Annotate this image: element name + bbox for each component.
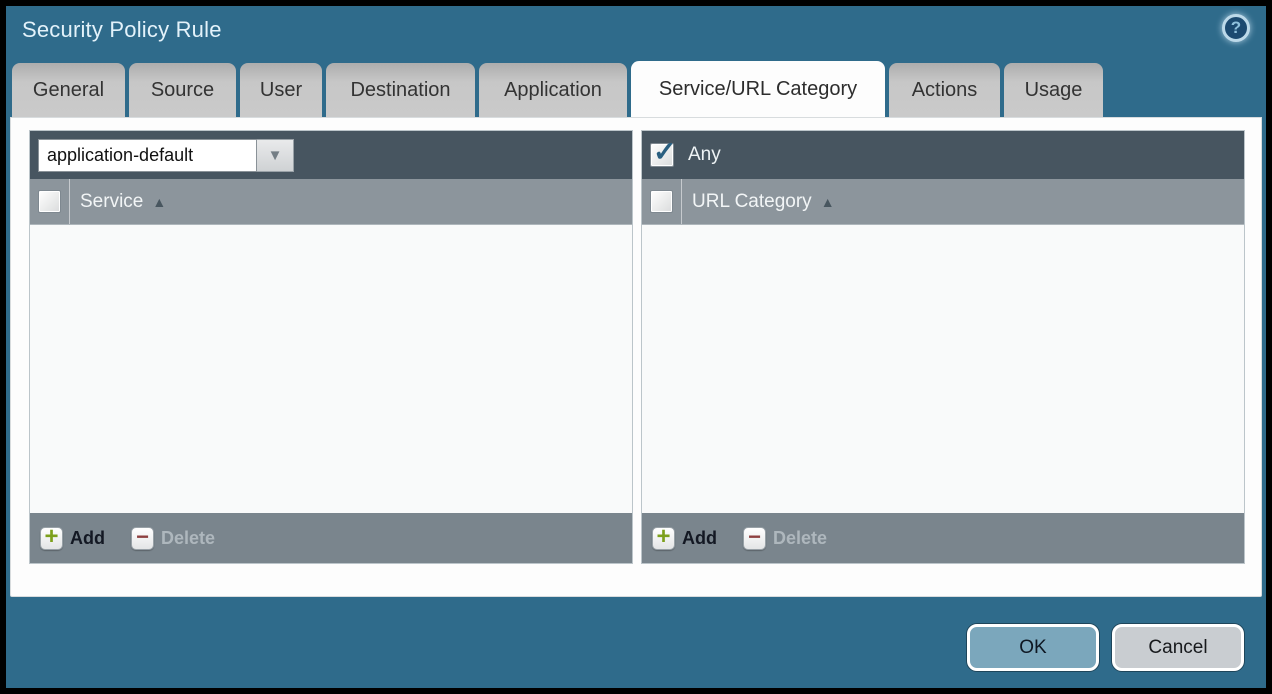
screenshot: Security Policy Rule ? General Source Us… xyxy=(0,0,1272,694)
dialog-button-row: OK Cancel xyxy=(967,624,1244,671)
service-type-band: ▼ xyxy=(30,131,632,179)
cancel-button[interactable]: Cancel xyxy=(1112,624,1244,671)
service-select-all-checkbox[interactable] xyxy=(38,190,61,213)
tab-application[interactable]: Application xyxy=(479,63,627,117)
service-type-dropdown-button[interactable]: ▼ xyxy=(257,139,294,172)
service-delete-button[interactable]: − Delete xyxy=(131,527,215,550)
url-category-add-button[interactable]: + Add xyxy=(652,527,717,550)
delete-minus-icon: − xyxy=(131,527,154,550)
service-panel-footer: + Add − Delete xyxy=(30,513,632,563)
checkmark-icon: ✓ xyxy=(653,135,676,168)
ok-button[interactable]: OK xyxy=(967,624,1099,671)
tab-general[interactable]: General xyxy=(12,63,125,117)
url-category-delete-button[interactable]: − Delete xyxy=(743,527,827,550)
tab-bar: General Source User Destination Applicat… xyxy=(12,63,1103,117)
tab-destination[interactable]: Destination xyxy=(326,63,475,117)
url-category-select-all-cell xyxy=(642,179,682,224)
dialog-title: Security Policy Rule xyxy=(22,17,222,43)
sort-asc-icon: ▲ xyxy=(821,194,835,210)
any-label: Any xyxy=(688,144,721,166)
tab-content: ▼ Service ▲ + Add xyxy=(10,117,1262,597)
url-category-panel-footer: + Add − Delete xyxy=(642,513,1244,563)
url-category-any-band: ✓ Any xyxy=(642,131,1244,179)
chevron-down-icon: ▼ xyxy=(268,147,283,164)
sort-asc-icon: ▲ xyxy=(152,194,166,210)
add-plus-icon: + xyxy=(652,527,675,550)
service-select-all-cell xyxy=(30,179,70,224)
service-type-combo: ▼ xyxy=(38,139,294,172)
delete-button-label: Delete xyxy=(161,528,215,549)
security-policy-rule-dialog: Security Policy Rule ? General Source Us… xyxy=(6,6,1266,688)
service-panel: ▼ Service ▲ + Add xyxy=(29,130,633,564)
url-category-list-body xyxy=(642,225,1244,513)
service-column-label: Service xyxy=(80,191,143,213)
add-plus-icon: + xyxy=(40,527,63,550)
tab-user[interactable]: User xyxy=(240,63,322,117)
tab-source[interactable]: Source xyxy=(129,63,236,117)
tab-actions[interactable]: Actions xyxy=(889,63,1000,117)
delete-button-label: Delete xyxy=(773,528,827,549)
url-category-panel: ✓ Any URL Category ▲ + Add xyxy=(641,130,1245,564)
service-list-body xyxy=(30,225,632,513)
url-category-column-label: URL Category xyxy=(692,191,812,213)
any-checkbox[interactable]: ✓ xyxy=(650,143,674,167)
tab-usage[interactable]: Usage xyxy=(1004,63,1103,117)
help-icon[interactable]: ? xyxy=(1222,14,1250,42)
url-category-select-all-checkbox[interactable] xyxy=(650,190,673,213)
service-column-header[interactable]: Service ▲ xyxy=(30,179,632,225)
url-category-column-header[interactable]: URL Category ▲ xyxy=(642,179,1244,225)
tab-service-url-category[interactable]: Service/URL Category xyxy=(631,61,885,117)
delete-minus-icon: − xyxy=(743,527,766,550)
add-button-label: Add xyxy=(70,528,105,549)
service-type-input[interactable] xyxy=(38,139,257,172)
service-add-button[interactable]: + Add xyxy=(40,527,105,550)
add-button-label: Add xyxy=(682,528,717,549)
